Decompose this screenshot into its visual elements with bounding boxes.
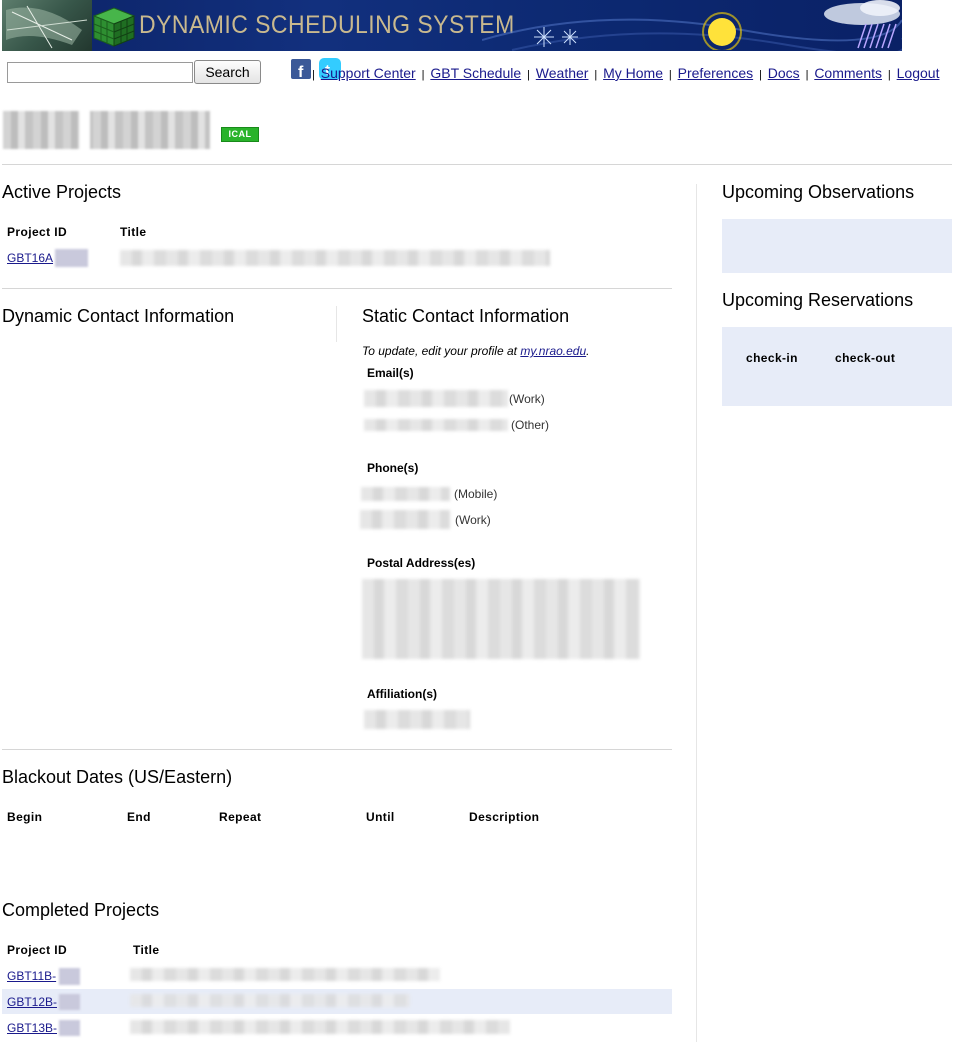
phone-redacted: [361, 487, 450, 501]
col-description: Description: [469, 810, 540, 824]
completed-project-link[interactable]: GBT12B-: [7, 995, 57, 1009]
email-redacted: [364, 390, 508, 407]
profile-update-note: To update, edit your profile at my.nrao.…: [362, 344, 589, 358]
top-nav: | Support Center | GBT Schedule | Weathe…: [310, 65, 939, 81]
completed-project-link[interactable]: GBT13B-: [7, 1021, 57, 1035]
static-contact-heading: Static Contact Information: [362, 306, 570, 326]
phone-type: (Work): [455, 513, 491, 527]
my-nrao-link[interactable]: my.nrao.edu: [520, 344, 586, 358]
nav-separator: |: [668, 69, 672, 81]
upcoming-observations-heading: Upcoming Observations: [722, 182, 915, 202]
svg-text:f: f: [298, 64, 304, 79]
nav-gbt-schedule[interactable]: GBT Schedule: [430, 65, 521, 81]
banner: DYNAMIC SCHEDULING SYSTEM: [2, 0, 902, 51]
nav-preferences[interactable]: Preferences: [678, 65, 753, 81]
nav-comments[interactable]: Comments: [814, 65, 882, 81]
col-until: Until: [366, 810, 395, 824]
telescope-dish-icon: [6, 5, 88, 49]
nav-separator: |: [527, 69, 530, 81]
profile-note-suffix: .: [586, 344, 590, 358]
contact-divider: [336, 306, 337, 342]
col-title: Title: [120, 225, 147, 239]
postal-address-redacted: [362, 579, 640, 659]
nav-separator: |: [759, 69, 762, 81]
banner-title: DYNAMIC SCHEDULING SYSTEM: [139, 11, 515, 39]
nav-logout[interactable]: Logout: [897, 65, 940, 81]
email-redacted: [364, 419, 508, 431]
col-begin: Begin: [7, 810, 43, 824]
col-project-id: Project ID: [7, 225, 68, 239]
nav-weather[interactable]: Weather: [536, 65, 589, 81]
nav-separator: |: [421, 69, 425, 81]
nav-separator: |: [312, 69, 315, 81]
cube-logo-icon: [92, 7, 136, 47]
phone-redacted: [360, 510, 450, 529]
email-type: (Work): [509, 392, 545, 406]
user-name-redacted: [3, 111, 210, 149]
completed-projects-heading: Completed Projects: [2, 900, 160, 920]
affiliation-redacted: [364, 710, 470, 729]
divider: [2, 164, 952, 165]
col-title: Title: [133, 943, 160, 957]
nav-docs[interactable]: Docs: [768, 65, 800, 81]
phone-type: (Mobile): [454, 487, 498, 501]
project-id-redacted: [59, 994, 80, 1010]
postal-label: Postal Address(es): [367, 556, 476, 570]
project-title-redacted: [130, 994, 410, 1007]
divider: [2, 749, 672, 750]
completed-project-link[interactable]: GBT11B-: [7, 969, 56, 983]
project-title-redacted: [130, 1020, 510, 1034]
emails-label: Email(s): [367, 366, 414, 380]
phones-label: Phone(s): [367, 461, 419, 475]
col-check-out: check-out: [835, 351, 896, 365]
affiliation-label: Affiliation(s): [367, 687, 437, 701]
profile-note-text: To update, edit your profile at: [362, 344, 521, 358]
nav-separator: |: [887, 69, 891, 81]
rain-icon: [857, 23, 897, 49]
upcoming-reservations-heading: Upcoming Reservations: [722, 290, 914, 310]
dynamic-contact-heading: Dynamic Contact Information: [2, 306, 235, 326]
col-repeat: Repeat: [219, 810, 262, 824]
col-end: End: [127, 810, 151, 824]
col-project-id: Project ID: [7, 943, 68, 957]
snowflake-icon: [534, 27, 578, 47]
project-title-redacted: [120, 250, 550, 266]
project-id-redacted: [59, 968, 80, 985]
search-input[interactable]: [7, 62, 193, 83]
blackout-heading: Blackout Dates (US/Eastern): [2, 767, 233, 787]
project-link[interactable]: GBT16A: [7, 251, 53, 265]
ical-badge[interactable]: ICAL: [221, 127, 259, 142]
project-title-redacted: [130, 968, 440, 981]
email-type: (Other): [511, 418, 550, 432]
column-divider: [696, 184, 697, 1042]
col-check-in: check-in: [746, 351, 798, 365]
upcoming-reservations-panel: [722, 327, 952, 406]
upcoming-observations-panel: [722, 219, 952, 273]
project-id-redacted: [59, 1020, 80, 1036]
facebook-icon[interactable]: f: [291, 59, 311, 79]
nav-support-center[interactable]: Support Center: [321, 65, 416, 81]
project-id-redacted: [55, 249, 88, 267]
nav-separator: |: [594, 69, 598, 81]
nav-separator: |: [805, 69, 809, 81]
divider: [2, 288, 672, 289]
search-button[interactable]: Search: [194, 60, 261, 84]
nav-my-home[interactable]: My Home: [603, 65, 663, 81]
sun-icon: [702, 12, 742, 50]
active-projects-heading: Active Projects: [2, 182, 122, 202]
